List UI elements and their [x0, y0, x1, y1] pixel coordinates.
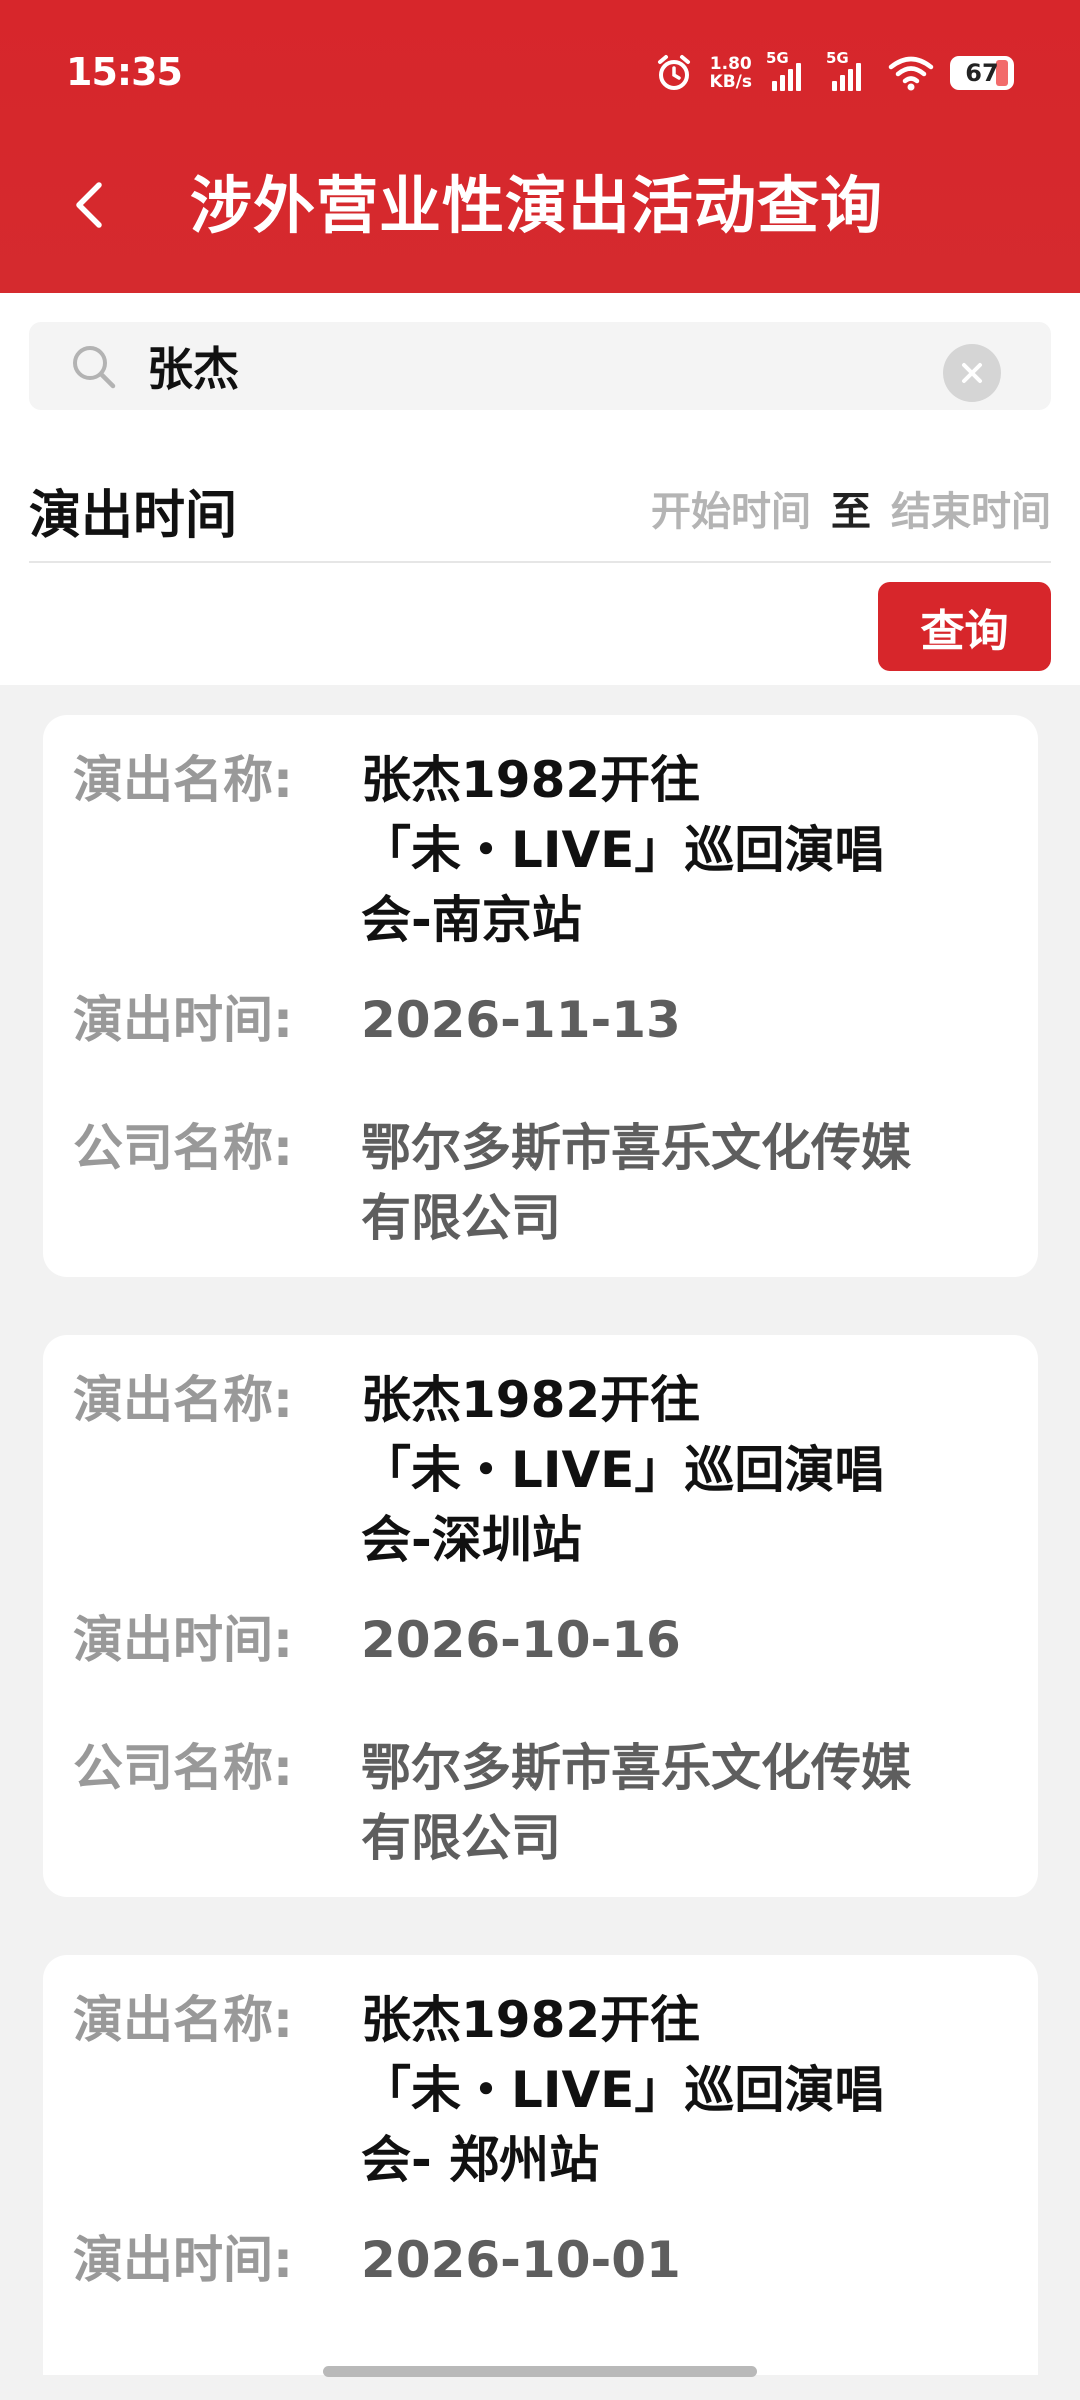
performance-date-label: 演出时间:: [73, 1611, 293, 1669]
start-date-picker[interactable]: 开始时间: [651, 479, 811, 537]
performance-date: 2026-11-13: [361, 991, 681, 1049]
app-header: 15:35 1.80 KB/s 5G 5G 67 涉外营业性演出活动查询: [0, 0, 1080, 293]
end-date-picker[interactable]: 结束时间: [891, 479, 1051, 537]
clear-search-button[interactable]: [943, 344, 1001, 402]
performance-name-label: 演出名称:: [73, 1371, 293, 1429]
company-name-row: 公司名称: 鄂尔多斯市喜乐文化传媒 有限公司: [73, 1733, 1013, 1873]
filter-panel: 演出时间 开始时间 至 结束时间 查询: [0, 293, 1080, 685]
net-speed-value: 1.80: [709, 54, 752, 74]
company-name-label: 公司名称:: [73, 1119, 293, 1177]
performance-date-row: 演出时间: 2026-10-16: [73, 1605, 1013, 1675]
query-button[interactable]: 查询: [878, 582, 1051, 671]
battery-level: 67: [965, 59, 999, 87]
range-separator: 至: [831, 489, 871, 535]
sim1-label: 5G: [766, 49, 789, 67]
network-speed: 1.80 KB/s: [710, 55, 752, 91]
chevron-left-icon: [76, 182, 102, 228]
time-filter-row: 演出时间 开始时间 至 结束时间: [29, 463, 1051, 563]
signal-icon: 5G: [826, 49, 872, 91]
result-card[interactable]: 演出名称: 张杰1982开往 「未・LIVE」巡回演唱 会-深圳站 演出时间: …: [43, 1335, 1038, 1897]
signal-icon: 5G: [766, 49, 812, 91]
search-input[interactable]: [147, 332, 947, 400]
search-icon: [73, 346, 116, 389]
performance-name-row: 演出名称: 张杰1982开往 「未・LIVE」巡回演唱 会- 郑州站: [73, 1985, 1013, 2195]
net-speed-unit: KB/s: [709, 72, 752, 92]
result-card[interactable]: 演出名称: 张杰1982开往 「未・LIVE」巡回演唱 会- 郑州站 演出时间:…: [43, 1955, 1038, 2375]
close-icon: [962, 363, 982, 383]
back-button[interactable]: [54, 170, 124, 240]
result-card[interactable]: 演出名称: 张杰1982开往 「未・LIVE」巡回演唱 会-南京站 演出时间: …: [43, 715, 1038, 1277]
performance-name-label: 演出名称:: [73, 1991, 293, 2049]
sim2-label: 5G: [826, 49, 849, 67]
company-name-label: 公司名称:: [73, 1739, 293, 1797]
app-screen: 15:35 1.80 KB/s 5G 5G 67 涉外营业性演出活动查询 张杰 …: [0, 0, 1080, 2400]
battery-icon: 67: [950, 56, 1014, 90]
alarm-icon: [657, 55, 690, 90]
performance-date-row: 演出时间: 2026-10-01: [73, 2225, 1013, 2295]
title-bar: 涉外营业性演出活动查询: [0, 150, 1080, 293]
page-title: 涉外营业性演出活动查询: [190, 169, 884, 242]
performance-name: 张杰1982开往 「未・LIVE」巡回演唱 会-南京站: [361, 751, 885, 949]
status-icons: 1.80 KB/s 5G 5G 67: [654, 48, 1014, 98]
search-box[interactable]: [29, 322, 1051, 410]
status-time: 15:35: [66, 50, 183, 94]
date-range: 开始时间 至 结束时间: [651, 479, 1051, 537]
performance-name-label: 演出名称:: [73, 751, 293, 809]
performance-name: 张杰1982开往 「未・LIVE」巡回演唱 会-深圳站: [361, 1371, 885, 1569]
performance-name-row: 演出名称: 张杰1982开往 「未・LIVE」巡回演唱 会-南京站: [73, 745, 1013, 955]
wifi-icon: [888, 56, 934, 91]
performance-date-row: 演出时间: 2026-11-13: [73, 985, 1013, 1055]
time-filter-label: 演出时间: [29, 486, 238, 546]
company-name: 鄂尔多斯市喜乐文化传媒 有限公司: [361, 1119, 911, 1247]
status-bar: 15:35 1.80 KB/s 5G 5G 67: [0, 0, 1080, 150]
performance-date: 2026-10-16: [361, 1611, 681, 1669]
company-name-row: 公司名称: 鄂尔多斯市喜乐文化传媒 有限公司: [73, 1113, 1013, 1253]
performance-date: 2026-10-01: [361, 2231, 681, 2289]
company-name: 鄂尔多斯市喜乐文化传媒 有限公司: [361, 1739, 911, 1867]
home-indicator[interactable]: [323, 2366, 757, 2377]
performance-date-label: 演出时间:: [73, 2231, 293, 2289]
performance-name-row: 演出名称: 张杰1982开往 「未・LIVE」巡回演唱 会-深圳站: [73, 1365, 1013, 1575]
performance-date-label: 演出时间:: [73, 991, 293, 1049]
performance-name: 张杰1982开往 「未・LIVE」巡回演唱 会- 郑州站: [361, 1991, 885, 2189]
